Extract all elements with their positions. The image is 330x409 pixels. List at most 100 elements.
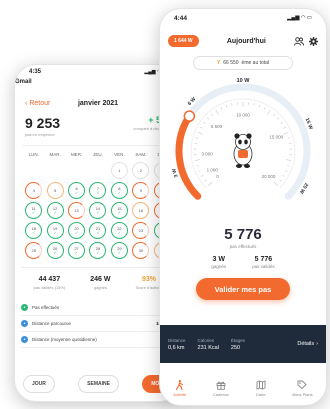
panda-shirt <box>238 150 248 158</box>
calendar-grid: 123456✓7✓8✓91011✓12✓1314✓15✓161718✓19✓20… <box>23 162 173 259</box>
calendar-day[interactable]: 15 ✓ <box>110 202 128 219</box>
gauge-progress <box>175 112 202 200</box>
tab-week[interactable]: SEMAINE <box>78 375 119 393</box>
day-number: 4 <box>32 188 35 193</box>
calendar-day <box>89 162 106 179</box>
nav-label: Cadeaux <box>212 392 229 397</box>
total-rank-suffix: ème au total <box>241 60 270 66</box>
mini-stat-value: 5 776 <box>254 256 273 263</box>
detail-label: Étages <box>230 337 245 343</box>
status-bar: 4:35 ▂▄▆ ◠ ▭ <box>15 65 181 79</box>
metric-icon: • <box>21 336 28 343</box>
calendar-day[interactable]: 6 ✓ <box>68 182 86 199</box>
gear-icon[interactable] <box>309 36 318 46</box>
gauge-step-label: 10 000 <box>236 113 250 118</box>
day-number: 25 <box>31 248 36 253</box>
panda-foot <box>244 164 250 168</box>
calendar-day[interactable]: 27 ✓ <box>68 242 86 259</box>
gauge-dial: 01 0003 0006 50010 00015 00020 0003 W6 W… <box>171 78 314 200</box>
gauge-tick <box>220 107 223 110</box>
day-number: 9 <box>139 188 142 193</box>
detail-label: Calories <box>197 337 215 343</box>
summary-cell: 246 W gagnés <box>90 276 110 290</box>
today-mini-stats: 3 Wgagnés 5 776 pas validés <box>160 256 326 269</box>
tag-icon <box>298 380 308 390</box>
metric-left: • Pas effectués <box>21 304 59 311</box>
gauge-tick <box>196 165 199 167</box>
nav-map[interactable]: Carte <box>256 380 266 397</box>
check-icon: ✓ <box>96 250 100 255</box>
gauge-tick <box>198 170 201 172</box>
calendar-day[interactable]: 23 <box>132 222 150 239</box>
panda-eye-patch <box>238 139 242 145</box>
metric-left: • Distance (moyenne quotidienne) <box>21 336 97 343</box>
weekday-label: LUN. <box>28 152 39 157</box>
status-time: 4:44 <box>174 14 188 22</box>
calendar-day[interactable]: 29 ✓ <box>110 242 128 259</box>
calendar-day[interactable]: 2 <box>132 162 150 179</box>
gauge-tick <box>208 181 213 186</box>
calendar-day[interactable]: 5 <box>46 182 64 199</box>
calendar-day[interactable]: 8 ✓ <box>110 182 128 199</box>
gauge-tick <box>285 170 288 172</box>
gauge-tick <box>283 131 289 135</box>
calendar-day[interactable]: 12 ✓ <box>46 202 64 219</box>
check-icon: ✓ <box>32 230 36 235</box>
day-number: 30 <box>138 248 144 253</box>
month-summary: 44 437 pas validés (15%) 246 Wgagnés 93% Sco… <box>21 267 175 290</box>
gauge-tick <box>194 159 200 161</box>
users-icon[interactable] <box>294 36 304 46</box>
calendar-day[interactable]: 21 ✓ <box>89 222 107 239</box>
nav-activity[interactable]: Activité <box>173 380 186 397</box>
panda-ear <box>246 133 252 139</box>
check-icon: ✓ <box>117 230 122 235</box>
calendar-day <box>25 162 42 179</box>
calendar-day[interactable]: 4 <box>25 182 43 199</box>
gauge-tick <box>273 181 278 186</box>
calendar-day[interactable]: 1 <box>110 162 128 179</box>
calendar-day <box>47 162 64 179</box>
tab-day[interactable]: JOUR <box>23 375 55 393</box>
calendar-day[interactable]: 9 <box>132 182 150 199</box>
status-icons: ▂▄▆ ◠ ▭ <box>287 15 312 21</box>
summary-value: 44 437 <box>38 276 61 283</box>
back-button[interactable]: ‹ Retour <box>25 100 50 107</box>
summary-label: gagnés <box>93 285 107 290</box>
nav-label: Carte <box>255 392 266 397</box>
calendar-day[interactable]: 30 <box>132 242 150 259</box>
calendar-day[interactable]: 20 ✓ <box>68 222 86 239</box>
calendar-day[interactable]: 26 ✓ <box>46 242 64 259</box>
calendar-day[interactable]: 18 ✓ <box>25 222 43 239</box>
calendar-day[interactable]: 7 ✓ <box>89 182 107 199</box>
calendar-day[interactable]: 14 ✓ <box>89 202 107 219</box>
metric-label: Distance (moyenne quotidienne) <box>32 337 97 342</box>
calendar-day[interactable]: 13 <box>68 202 86 219</box>
gauge-tick <box>280 121 283 124</box>
weekday-label: MAR. <box>49 152 61 157</box>
calendar-day[interactable]: 25 <box>25 242 43 259</box>
details-link[interactable]: Détails › <box>297 341 318 347</box>
nav-gifts[interactable]: Cadeaux <box>213 380 229 397</box>
calendar-day[interactable]: 16 <box>132 202 150 219</box>
calendar-day <box>68 162 85 179</box>
calendar-day[interactable]: 19 ✓ <box>46 222 64 239</box>
weekday-label: JEU. <box>93 152 103 157</box>
metric-icon: • <box>21 320 28 327</box>
details-label: Détails <box>297 341 315 347</box>
day-number: 5 <box>54 188 57 193</box>
nav-label: Activité <box>173 392 187 397</box>
validate-steps-button[interactable]: Valider mes pas <box>196 278 290 300</box>
nav-deals[interactable]: Bons Plans <box>292 380 313 397</box>
gauge-tick <box>201 175 204 177</box>
gauge-tick <box>263 107 266 110</box>
panda-eye-patch <box>244 139 248 145</box>
balance-badge[interactable]: 1 644 W <box>168 35 199 47</box>
calendar-day[interactable]: 28 ✓ <box>89 242 107 259</box>
header-actions <box>294 36 318 46</box>
gauge-tick <box>287 137 291 139</box>
today-phone: 4:44 ▂▄▆ ◠ ▭ 1 644 W Aujourd'hui Y 66 55… <box>159 8 327 406</box>
calendar-day[interactable]: 22 ✓ <box>110 222 128 239</box>
gauge-tick <box>206 117 210 120</box>
total-rank[interactable]: Y 66 550 ème au total <box>193 56 293 70</box>
calendar-day[interactable]: 11 ✓ <box>25 202 43 219</box>
